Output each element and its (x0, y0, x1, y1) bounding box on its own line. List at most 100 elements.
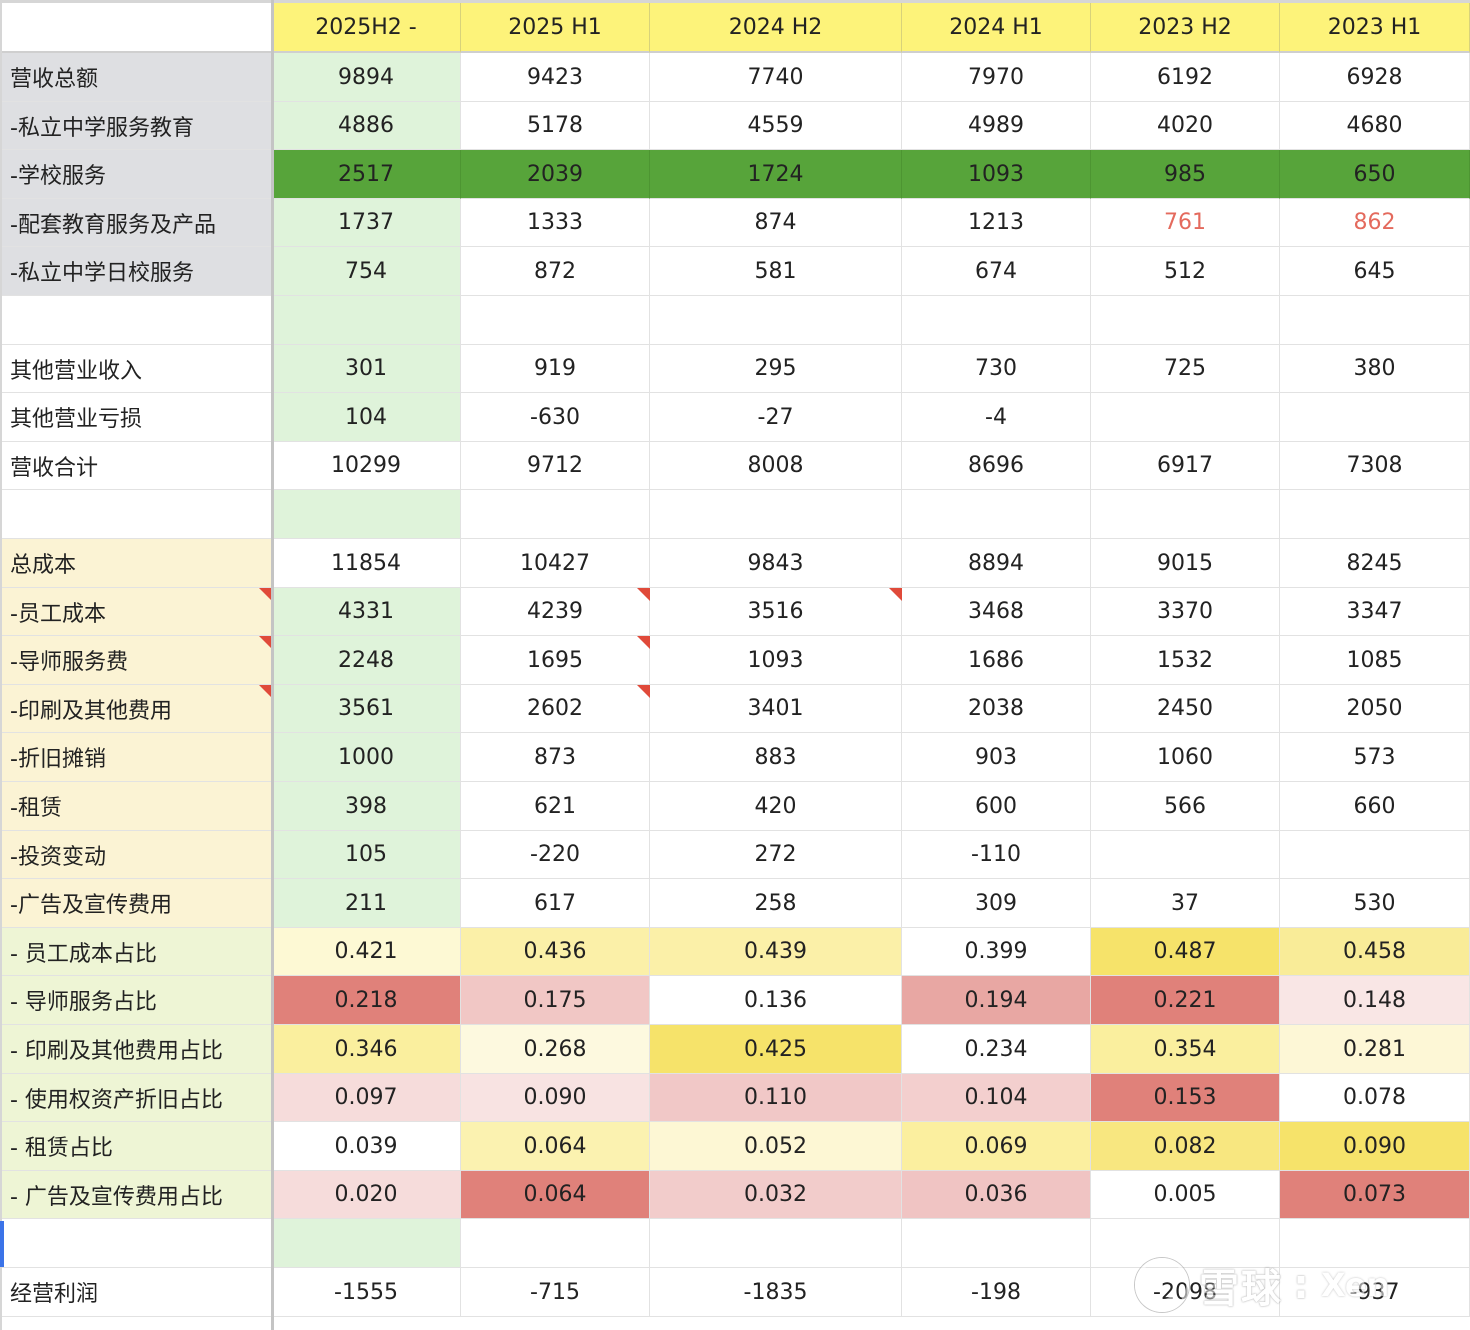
data-cell[interactable] (1280, 1219, 1470, 1268)
data-cell[interactable]: 725 (1091, 345, 1280, 393)
data-cell[interactable]: 6192 (1091, 53, 1280, 102)
data-cell[interactable]: 0.268 (461, 1025, 650, 1074)
data-cell[interactable]: 8245 (1280, 539, 1470, 588)
data-cell[interactable]: 0.110 (650, 1074, 902, 1122)
data-cell[interactable]: 872 (461, 247, 650, 296)
data-cell[interactable] (1091, 296, 1280, 345)
data-cell[interactable]: 0.399 (902, 928, 1091, 976)
row-label[interactable]: 营收总额 (0, 53, 272, 102)
data-cell[interactable]: 0.439 (650, 928, 902, 976)
data-cell[interactable]: 754 (272, 247, 461, 296)
data-cell[interactable]: 761 (1091, 199, 1280, 247)
data-cell[interactable] (650, 1219, 902, 1268)
data-cell[interactable]: 874 (650, 199, 902, 247)
data-cell[interactable]: 295 (650, 345, 902, 393)
data-cell[interactable]: 3347 (1280, 588, 1470, 636)
data-cell[interactable]: 1532 (1091, 636, 1280, 685)
data-cell[interactable]: 0.052 (650, 1122, 902, 1171)
data-cell[interactable]: 8894 (902, 539, 1091, 588)
data-cell[interactable]: 0.097 (272, 1074, 461, 1122)
row-label[interactable]: 营收合计 (0, 442, 272, 490)
data-cell[interactable] (272, 296, 461, 345)
data-cell[interactable]: 600 (902, 782, 1091, 831)
data-cell[interactable]: 309 (902, 879, 1091, 928)
data-cell[interactable]: 10427 (461, 539, 650, 588)
data-cell[interactable]: 9712 (461, 442, 650, 490)
data-cell[interactable]: 0.148 (1280, 976, 1470, 1025)
data-cell[interactable] (1280, 296, 1470, 345)
row-label[interactable]: -印刷及其他费用 (0, 685, 272, 733)
data-cell[interactable]: 105 (272, 831, 461, 879)
data-cell[interactable]: 0.064 (461, 1171, 650, 1219)
data-cell[interactable]: 8696 (902, 442, 1091, 490)
data-cell[interactable]: 903 (902, 733, 1091, 782)
data-cell[interactable]: 4239 (461, 588, 650, 636)
column-header[interactable]: 2025H2 - (272, 3, 461, 53)
data-cell[interactable]: 1085 (1280, 636, 1470, 685)
data-cell[interactable]: 0.036 (902, 1171, 1091, 1219)
data-cell[interactable]: 398 (272, 782, 461, 831)
data-cell[interactable]: 4331 (272, 588, 461, 636)
data-cell[interactable]: 3468 (902, 588, 1091, 636)
row-label[interactable]: -私立中学日校服务 (0, 247, 272, 296)
data-cell[interactable]: 0.039 (272, 1122, 461, 1171)
data-cell[interactable]: -630 (461, 393, 650, 442)
data-cell[interactable] (1091, 490, 1280, 539)
comment-indicator-icon[interactable] (637, 588, 650, 601)
data-cell[interactable]: 2039 (461, 150, 650, 199)
data-cell[interactable]: 1333 (461, 199, 650, 247)
data-cell[interactable]: 2450 (1091, 685, 1280, 733)
data-cell[interactable]: -2098 (1091, 1268, 1280, 1317)
row-label[interactable]: 经营利润 (0, 1268, 272, 1317)
data-cell[interactable] (1280, 393, 1470, 442)
data-cell[interactable]: 1695 (461, 636, 650, 685)
data-cell[interactable]: 0.153 (1091, 1074, 1280, 1122)
row-label[interactable]: -广告及宣传费用 (0, 879, 272, 928)
data-cell[interactable]: 258 (650, 879, 902, 928)
data-cell[interactable]: 0.073 (1280, 1171, 1470, 1219)
data-cell[interactable]: 0.421 (272, 928, 461, 976)
data-cell[interactable]: -198 (902, 1268, 1091, 1317)
row-label[interactable]: - 使用权资产折旧占比 (0, 1074, 272, 1122)
data-cell[interactable]: 9423 (461, 53, 650, 102)
data-cell[interactable]: 301 (272, 345, 461, 393)
data-cell[interactable]: 1000 (272, 733, 461, 782)
data-cell[interactable]: 645 (1280, 247, 1470, 296)
data-cell[interactable]: 7308 (1280, 442, 1470, 490)
data-cell[interactable]: 4886 (272, 102, 461, 150)
data-cell[interactable]: -1835 (650, 1268, 902, 1317)
data-cell[interactable] (1091, 831, 1280, 879)
data-cell[interactable]: 0.221 (1091, 976, 1280, 1025)
data-cell[interactable]: -937 (1280, 1268, 1470, 1317)
row-label[interactable]: -投资变动 (0, 831, 272, 879)
data-cell[interactable]: 2517 (272, 150, 461, 199)
data-cell[interactable]: 0.078 (1280, 1074, 1470, 1122)
data-cell[interactable]: 3370 (1091, 588, 1280, 636)
data-cell[interactable]: 4559 (650, 102, 902, 150)
data-cell[interactable]: 573 (1280, 733, 1470, 782)
row-label[interactable]: - 广告及宣传费用占比 (0, 1171, 272, 1219)
data-cell[interactable]: 581 (650, 247, 902, 296)
data-cell[interactable]: 9015 (1091, 539, 1280, 588)
row-label[interactable]: -折旧摊销 (0, 733, 272, 782)
data-cell[interactable]: 3401 (650, 685, 902, 733)
data-cell[interactable]: -110 (902, 831, 1091, 879)
data-cell[interactable] (1280, 490, 1470, 539)
column-header[interactable]: 2023 H1 (1280, 3, 1470, 53)
row-label[interactable]: - 印刷及其他费用占比 (0, 1025, 272, 1074)
row-label[interactable]: - 租赁占比 (0, 1122, 272, 1171)
data-cell[interactable] (272, 490, 461, 539)
data-cell[interactable]: 530 (1280, 879, 1470, 928)
data-cell[interactable]: 1060 (1091, 733, 1280, 782)
row-label[interactable] (0, 1219, 272, 1268)
data-cell[interactable]: 0.458 (1280, 928, 1470, 976)
data-cell[interactable]: 0.032 (650, 1171, 902, 1219)
data-cell[interactable]: 0.175 (461, 976, 650, 1025)
row-label[interactable]: 其他营业亏损 (0, 393, 272, 442)
data-cell[interactable] (461, 1219, 650, 1268)
data-cell[interactable]: 5178 (461, 102, 650, 150)
data-cell[interactable]: 0.487 (1091, 928, 1280, 976)
data-cell[interactable] (902, 490, 1091, 539)
data-cell[interactable]: 650 (1280, 150, 1470, 199)
row-label[interactable] (0, 490, 272, 539)
